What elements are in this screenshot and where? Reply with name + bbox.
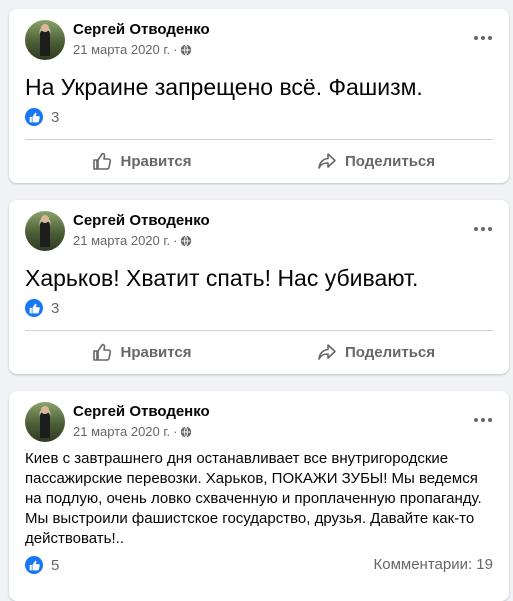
- post-text: Киев с завтрашнего дня останавливает все…: [25, 450, 482, 547]
- post-date[interactable]: 21 марта 2020 г.: [73, 42, 170, 57]
- like-reaction-icon: [25, 108, 43, 126]
- thumbs-up-icon: [93, 343, 112, 361]
- author-name[interactable]: Сергей Отводенко: [73, 21, 210, 38]
- post-header: Сергей Отводенко 21 марта 2020 г. ·: [25, 20, 495, 60]
- post-card: Сергей Отводенко 21 марта 2020 г. · На У…: [9, 9, 509, 183]
- author-name[interactable]: Сергей Отводенко: [73, 403, 210, 420]
- likes-count: 5: [51, 556, 60, 574]
- author-name[interactable]: Сергей Отводенко: [73, 212, 210, 229]
- reactions-summary[interactable]: 5: [25, 556, 59, 574]
- like-button[interactable]: Нравится: [25, 144, 259, 178]
- post-text: На Украине запрещено всё. Фашизм.: [25, 74, 423, 100]
- share-button[interactable]: Поделиться: [259, 335, 493, 369]
- likes-count: 3: [51, 299, 60, 317]
- divider: [25, 330, 493, 331]
- avatar[interactable]: [25, 402, 65, 442]
- comments-count[interactable]: Комментарии: 19: [374, 556, 494, 573]
- share-button-label: Поделиться: [344, 152, 436, 170]
- reactions-summary[interactable]: 3: [25, 108, 59, 126]
- meta-separator: ·: [173, 424, 178, 439]
- reactions-summary[interactable]: 3: [25, 299, 59, 317]
- share-button-label: Поделиться: [344, 343, 436, 361]
- post-text: Харьков! Хватит спать! Нас убивают.: [25, 265, 419, 291]
- like-button-label: Нравится: [120, 343, 192, 361]
- more-options-icon[interactable]: [471, 217, 495, 241]
- like-reaction-icon: [25, 556, 43, 574]
- post-date[interactable]: 21 марта 2020 г.: [73, 424, 170, 439]
- like-button-label: Нравится: [120, 152, 192, 170]
- meta-separator: ·: [173, 233, 178, 248]
- post-header: Сергей Отводенко 21 марта 2020 г. ·: [25, 402, 495, 442]
- post-header: Сергей Отводенко 21 марта 2020 г. ·: [25, 211, 495, 251]
- share-arrow-icon: [318, 344, 336, 360]
- post-meta: 21 марта 2020 г. ·: [73, 424, 192, 439]
- post-actions: Нравится Поделиться: [25, 144, 493, 178]
- divider: [25, 139, 493, 140]
- globe-icon: [181, 43, 192, 56]
- post-meta: 21 марта 2020 г. ·: [73, 233, 192, 248]
- more-options-icon[interactable]: [471, 408, 495, 432]
- share-arrow-icon: [318, 153, 336, 169]
- meta-separator: ·: [173, 42, 178, 57]
- more-options-icon[interactable]: [471, 26, 495, 50]
- share-button[interactable]: Поделиться: [259, 144, 493, 178]
- post-meta: 21 марта 2020 г. ·: [73, 42, 192, 57]
- likes-count: 3: [51, 108, 60, 126]
- post-card: Сергей Отводенко 21 марта 2020 г. · Киев…: [9, 391, 509, 601]
- post-date[interactable]: 21 марта 2020 г.: [73, 233, 170, 248]
- post-card: Сергей Отводенко 21 марта 2020 г. · Харь…: [9, 200, 509, 374]
- like-button[interactable]: Нравится: [25, 335, 259, 369]
- globe-icon: [181, 234, 192, 247]
- globe-icon: [181, 425, 192, 438]
- thumbs-up-icon: [93, 152, 112, 170]
- avatar[interactable]: [25, 20, 65, 60]
- avatar[interactable]: [25, 211, 65, 251]
- like-reaction-icon: [25, 299, 43, 317]
- post-actions: Нравится Поделиться: [25, 335, 493, 369]
